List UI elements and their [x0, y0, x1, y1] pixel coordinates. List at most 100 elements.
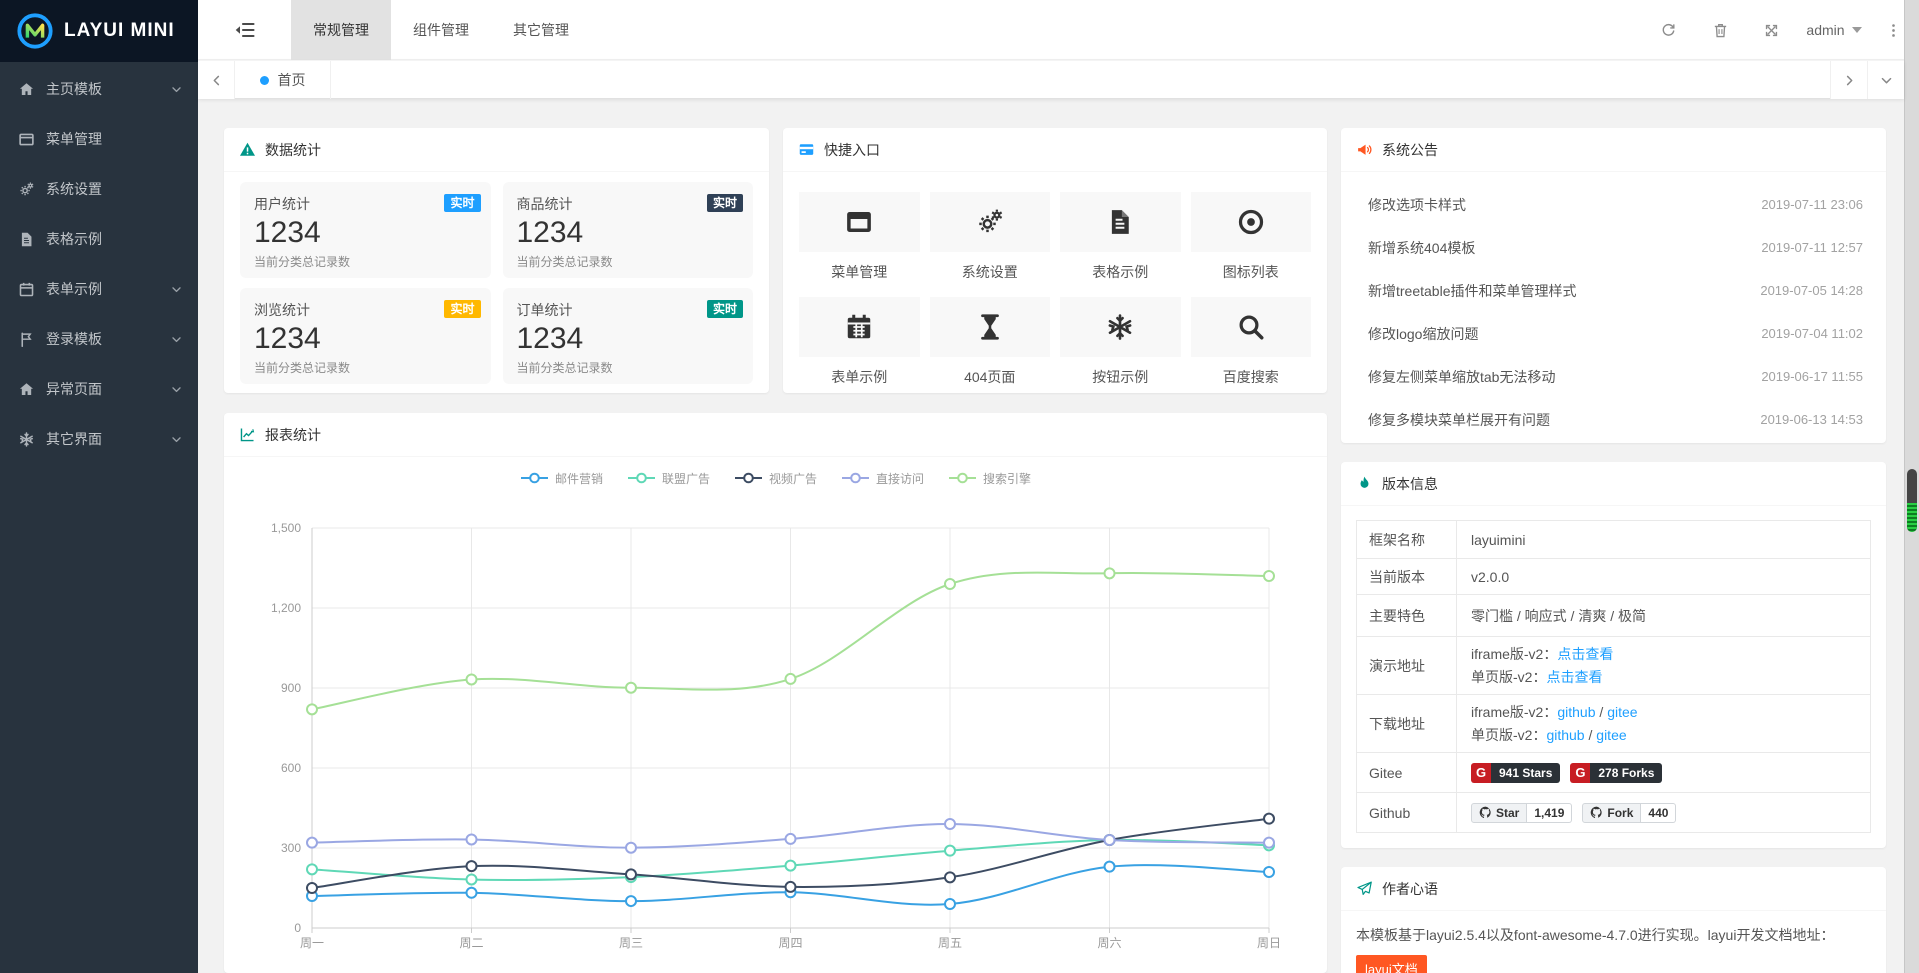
sidebar-item-1[interactable]: 主页模板 [0, 64, 198, 114]
quick-tile-4[interactable]: 图标列表 [1191, 192, 1312, 291]
github-fork-badge[interactable]: Fork440 [1582, 803, 1676, 823]
tabs-scroll-right-button[interactable] [1830, 61, 1867, 99]
notice-item-5[interactable]: 修复左侧菜单缩放tab无法移动2019-06-17 11:55 [1356, 355, 1871, 398]
layui-doc-badge[interactable]: layui文档 [1356, 955, 1427, 973]
gitee-badge[interactable]: G278 Forks [1570, 763, 1662, 783]
link-点击查看[interactable]: 点击查看 [1546, 669, 1602, 685]
sidebar-item-label: 菜单管理 [46, 129, 102, 149]
card-system-notice-header: 系统公告 [1341, 128, 1886, 172]
version-row-value: iframe版-v2：点击查看单页版-v2：点击查看 [1457, 637, 1870, 694]
link-点击查看[interactable]: 点击查看 [1557, 646, 1613, 662]
notice-item-2[interactable]: 新增系统404模板2019-07-11 12:57 [1356, 226, 1871, 269]
github-badge-action: Star [1471, 803, 1527, 823]
sidebar-item-3[interactable]: 系统设置 [0, 164, 198, 214]
link-gitee[interactable]: gitee [1596, 727, 1626, 743]
quick-tile-3[interactable]: 表格示例 [1060, 192, 1181, 291]
version-table: 框架名称layuimini当前版本v2.0.0主要特色零门槛 / 响应式 / 清… [1356, 520, 1871, 833]
quick-tile-5[interactable]: 表单示例 [799, 297, 920, 393]
collapse-sidebar-icon[interactable] [232, 18, 257, 42]
version-row-value: v2.0.0 [1457, 559, 1870, 594]
notice-item-6[interactable]: 修复多模块菜单栏展开有问题2019-06-13 14:53 [1356, 398, 1871, 441]
quick-tile-label: 系统设置 [930, 262, 1051, 282]
line-chart: 周一周二周三周四周五周六周日03006009001,2001,500 [224, 503, 1327, 973]
github-action-label: Fork [1607, 806, 1633, 820]
quick-tile-icon-box [930, 192, 1051, 252]
top-tab-3[interactable]: 其它管理 [491, 0, 591, 60]
scrollbar-track[interactable] [1904, 0, 1919, 973]
card-title: 数据统计 [265, 140, 321, 160]
tabs-menu-button[interactable] [1867, 61, 1904, 99]
user-menu[interactable]: admin [1798, 0, 1870, 60]
tab-home[interactable]: 首页 [235, 61, 331, 99]
legend-item-4[interactable]: 直接访问 [841, 470, 924, 487]
window-icon [18, 131, 35, 148]
hourglass-icon [975, 312, 1005, 342]
notice-item-4[interactable]: 修改logo缩放问题2019-07-04 11:02 [1356, 312, 1871, 355]
legend-item-5[interactable]: 搜索引擎 [948, 470, 1031, 487]
sidebar-item-8[interactable]: 其它界面 [0, 414, 198, 464]
quick-tile-7[interactable]: 按钮示例 [1060, 297, 1181, 393]
line-chart-icon [239, 426, 256, 443]
card-title: 作者心语 [1382, 879, 1438, 899]
quick-tile-8[interactable]: 百度搜索 [1191, 297, 1312, 393]
active-tab-dot [260, 76, 269, 85]
chevron-down-icon [170, 333, 183, 346]
sidebar-item-5[interactable]: 表单示例 [0, 264, 198, 314]
svg-text:周四: 周四 [778, 936, 802, 950]
gitee-badge-text: 941 Stars [1491, 763, 1560, 783]
refresh-icon[interactable] [1648, 0, 1688, 60]
legend-label: 搜索引擎 [983, 470, 1031, 487]
notice-item-3[interactable]: 新增treetable插件和菜单管理样式2019-07-05 14:28 [1356, 269, 1871, 312]
version-value-text: v2.0.0 [1471, 567, 1856, 587]
svg-text:900: 900 [281, 681, 301, 695]
stat-caption: 当前分类总记录数 [254, 253, 477, 270]
version-row-1: 框架名称layuimini [1357, 521, 1870, 559]
realtime-badge: 实时 [444, 194, 480, 212]
logo[interactable]: LAYUI MINI [0, 0, 198, 62]
megaphone-icon [1356, 141, 1373, 158]
clear-cache-icon[interactable] [1700, 0, 1740, 60]
gitee-badge[interactable]: G941 Stars [1471, 763, 1560, 783]
sidebar-item-label: 主页模板 [46, 79, 102, 99]
link-github[interactable]: github [1557, 704, 1595, 720]
github-badges: Star1,419 Fork440 [1471, 803, 1856, 823]
calendar-icon [18, 281, 35, 298]
top-tab-2[interactable]: 组件管理 [391, 0, 491, 60]
notice-time: 2019-07-05 14:28 [1760, 283, 1863, 298]
quick-tile-6[interactable]: 404页面 [930, 297, 1051, 393]
top-tab-1[interactable]: 常规管理 [291, 0, 391, 60]
quick-tile-icon-box [1060, 192, 1181, 252]
notice-item-1[interactable]: 修改选项卡样式2019-07-11 23:06 [1356, 183, 1871, 226]
scrollbar-thumb[interactable] [1907, 469, 1917, 532]
legend-item-1[interactable]: 邮件营销 [520, 470, 603, 487]
card-data-stats: 数据统计 用户统计1234当前分类总记录数实时商品统计1234当前分类总记录数实… [224, 128, 769, 393]
tabs-scroll-left-button[interactable] [198, 61, 235, 99]
gitee-badges: G941 Stars G278 Forks [1471, 763, 1856, 783]
sidebar-item-2[interactable]: 菜单管理 [0, 114, 198, 164]
svg-text:周五: 周五 [938, 936, 962, 950]
quick-tile-1[interactable]: 菜单管理 [799, 192, 920, 291]
fullscreen-icon[interactable] [1751, 0, 1791, 60]
legend-item-3[interactable]: 视频广告 [734, 470, 817, 487]
quick-tile-2[interactable]: 系统设置 [930, 192, 1051, 291]
realtime-badge: 实时 [707, 194, 743, 212]
svg-text:周日: 周日 [1257, 936, 1281, 950]
sidebar-item-7[interactable]: 异常页面 [0, 364, 198, 414]
home-icon [18, 81, 35, 98]
sidebar: LAYUI MINI 主页模板菜单管理系统设置表格示例表单示例登录模板异常页面其… [0, 0, 198, 973]
github-star-badge[interactable]: Star1,419 [1471, 803, 1572, 823]
link-github[interactable]: github [1546, 727, 1584, 743]
stat-box-3: 浏览统计1234当前分类总记录数实时 [240, 288, 491, 384]
version-link-line: 单页版-v2：github / gitee [1471, 725, 1856, 745]
file-icon [18, 231, 35, 248]
legend-item-2[interactable]: 联盟广告 [627, 470, 710, 487]
chevron-down-icon [170, 83, 183, 96]
sidebar-item-6[interactable]: 登录模板 [0, 314, 198, 364]
search-icon [1236, 312, 1266, 342]
sidebar-item-4[interactable]: 表格示例 [0, 214, 198, 264]
quick-tile-icon-box [1191, 192, 1312, 252]
sidebar-item-label: 表单示例 [46, 279, 102, 299]
link-gitee[interactable]: gitee [1607, 704, 1637, 720]
card-title: 快捷入口 [824, 140, 880, 160]
card-author-words-header: 作者心语 [1341, 867, 1886, 911]
